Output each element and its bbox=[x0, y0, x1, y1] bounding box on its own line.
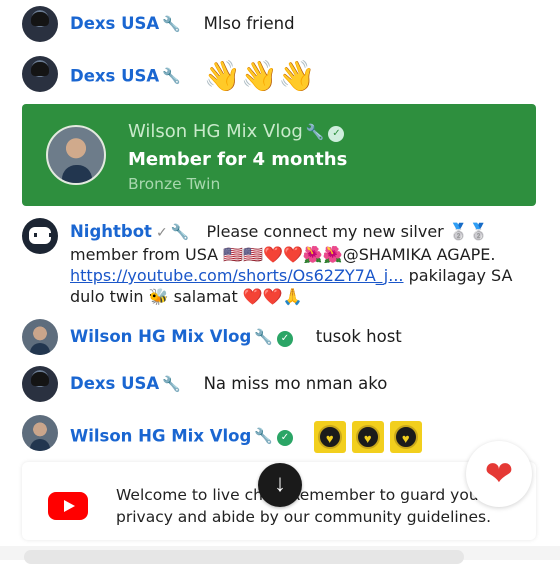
author-name[interactable]: Nightbot bbox=[70, 222, 152, 241]
heart-coin-sticker bbox=[389, 421, 422, 453]
verified-check-icon: ✓ bbox=[155, 225, 168, 241]
wrench-icon: 🔧 bbox=[254, 428, 273, 446]
verified-icon: ✓ bbox=[276, 331, 293, 347]
message-emoji: 👋👋👋 bbox=[203, 59, 316, 94]
author-name[interactable]: Dexs USA bbox=[70, 14, 159, 33]
membership-card[interactable]: Wilson HG Mix Vlog 🔧 ✓ Member for 4 months… bbox=[22, 104, 536, 206]
author-name[interactable]: Wilson HG Mix Vlog bbox=[70, 426, 251, 445]
avatar[interactable] bbox=[22, 56, 58, 92]
avatar[interactable] bbox=[22, 415, 58, 451]
message-text: tusok host bbox=[315, 327, 402, 346]
heart-coin-sticker bbox=[351, 421, 384, 453]
member-tier: Bronze Twin bbox=[128, 175, 221, 193]
verified-icon: ✓ bbox=[276, 430, 293, 447]
message-text: Mlso friend bbox=[203, 14, 295, 33]
welcome-text: Welcome to live chat! Remember to guard … bbox=[116, 486, 492, 526]
sticker-group bbox=[313, 421, 428, 453]
wrench-icon: 🔧 bbox=[162, 68, 181, 86]
avatar[interactable] bbox=[22, 366, 58, 402]
verified-icon: ✓ bbox=[328, 126, 345, 142]
message-text: Please connect my new silver 🥈🥈 bbox=[206, 222, 489, 241]
youtube-logo-icon bbox=[48, 492, 88, 520]
author-name[interactable]: Dexs USA bbox=[70, 66, 159, 85]
chat-message: Dexs USA 🔧 👋👋👋 bbox=[22, 56, 540, 92]
author-name[interactable]: Dexs USA bbox=[70, 374, 159, 393]
chat-message: Wilson HG Mix Vlog 🔧 ✓ tusok host bbox=[22, 319, 540, 355]
heart-coin-sticker bbox=[313, 421, 346, 453]
member-avatar[interactable] bbox=[46, 125, 106, 185]
heart-reaction-button[interactable]: ❤ bbox=[466, 441, 532, 507]
wrench-icon: 🔧 bbox=[254, 329, 273, 346]
avatar[interactable] bbox=[22, 6, 58, 42]
member-headline: Member for 4 months bbox=[128, 149, 348, 170]
message-text: pakilagay SA bbox=[403, 266, 513, 285]
author-name[interactable]: Wilson HG Mix Vlog bbox=[70, 327, 251, 346]
chat-message: Nightbot ✓ 🔧 Please connect my new silver … bbox=[22, 218, 540, 307]
wrench-icon: 🔧 bbox=[162, 16, 181, 33]
member-name[interactable]: Wilson HG Mix Vlog bbox=[128, 121, 303, 142]
avatar[interactable] bbox=[22, 319, 58, 355]
live-chat-panel: Dexs USA 🔧 Mlso friend Dexs USA 🔧 👋👋👋 Wils… bbox=[0, 0, 560, 564]
member-name-line: Wilson HG Mix Vlog 🔧 ✓ bbox=[128, 121, 345, 142]
message-text: Na miss mo nman ako bbox=[203, 374, 388, 393]
message-link[interactable]: https://youtube.com/shorts/Os62ZY7A_j... bbox=[70, 266, 404, 285]
message-text: member from USA 🇺🇸🇺🇸❤️❤️🌺🌺@SHAMIKA AGAPE… bbox=[70, 245, 496, 264]
chat-message: Dexs USA 🔧 Mlso friend bbox=[22, 6, 540, 42]
chat-message: Wilson HG Mix Vlog 🔧 ✓ bbox=[22, 415, 540, 453]
chat-message: Dexs USA 🔧 Na miss mo nman ako bbox=[22, 366, 540, 402]
wrench-icon: 🔧 bbox=[305, 123, 325, 141]
nightbot-avatar[interactable] bbox=[22, 218, 58, 254]
chat-input-bar[interactable] bbox=[0, 546, 560, 564]
wrench-icon: 🔧 bbox=[170, 223, 190, 241]
wrench-icon: 🔧 bbox=[162, 376, 181, 393]
message-text: dulo twin 🐝 salamat ❤️❤️🙏 bbox=[70, 287, 303, 306]
scroll-down-button[interactable]: ↓ bbox=[258, 463, 302, 507]
